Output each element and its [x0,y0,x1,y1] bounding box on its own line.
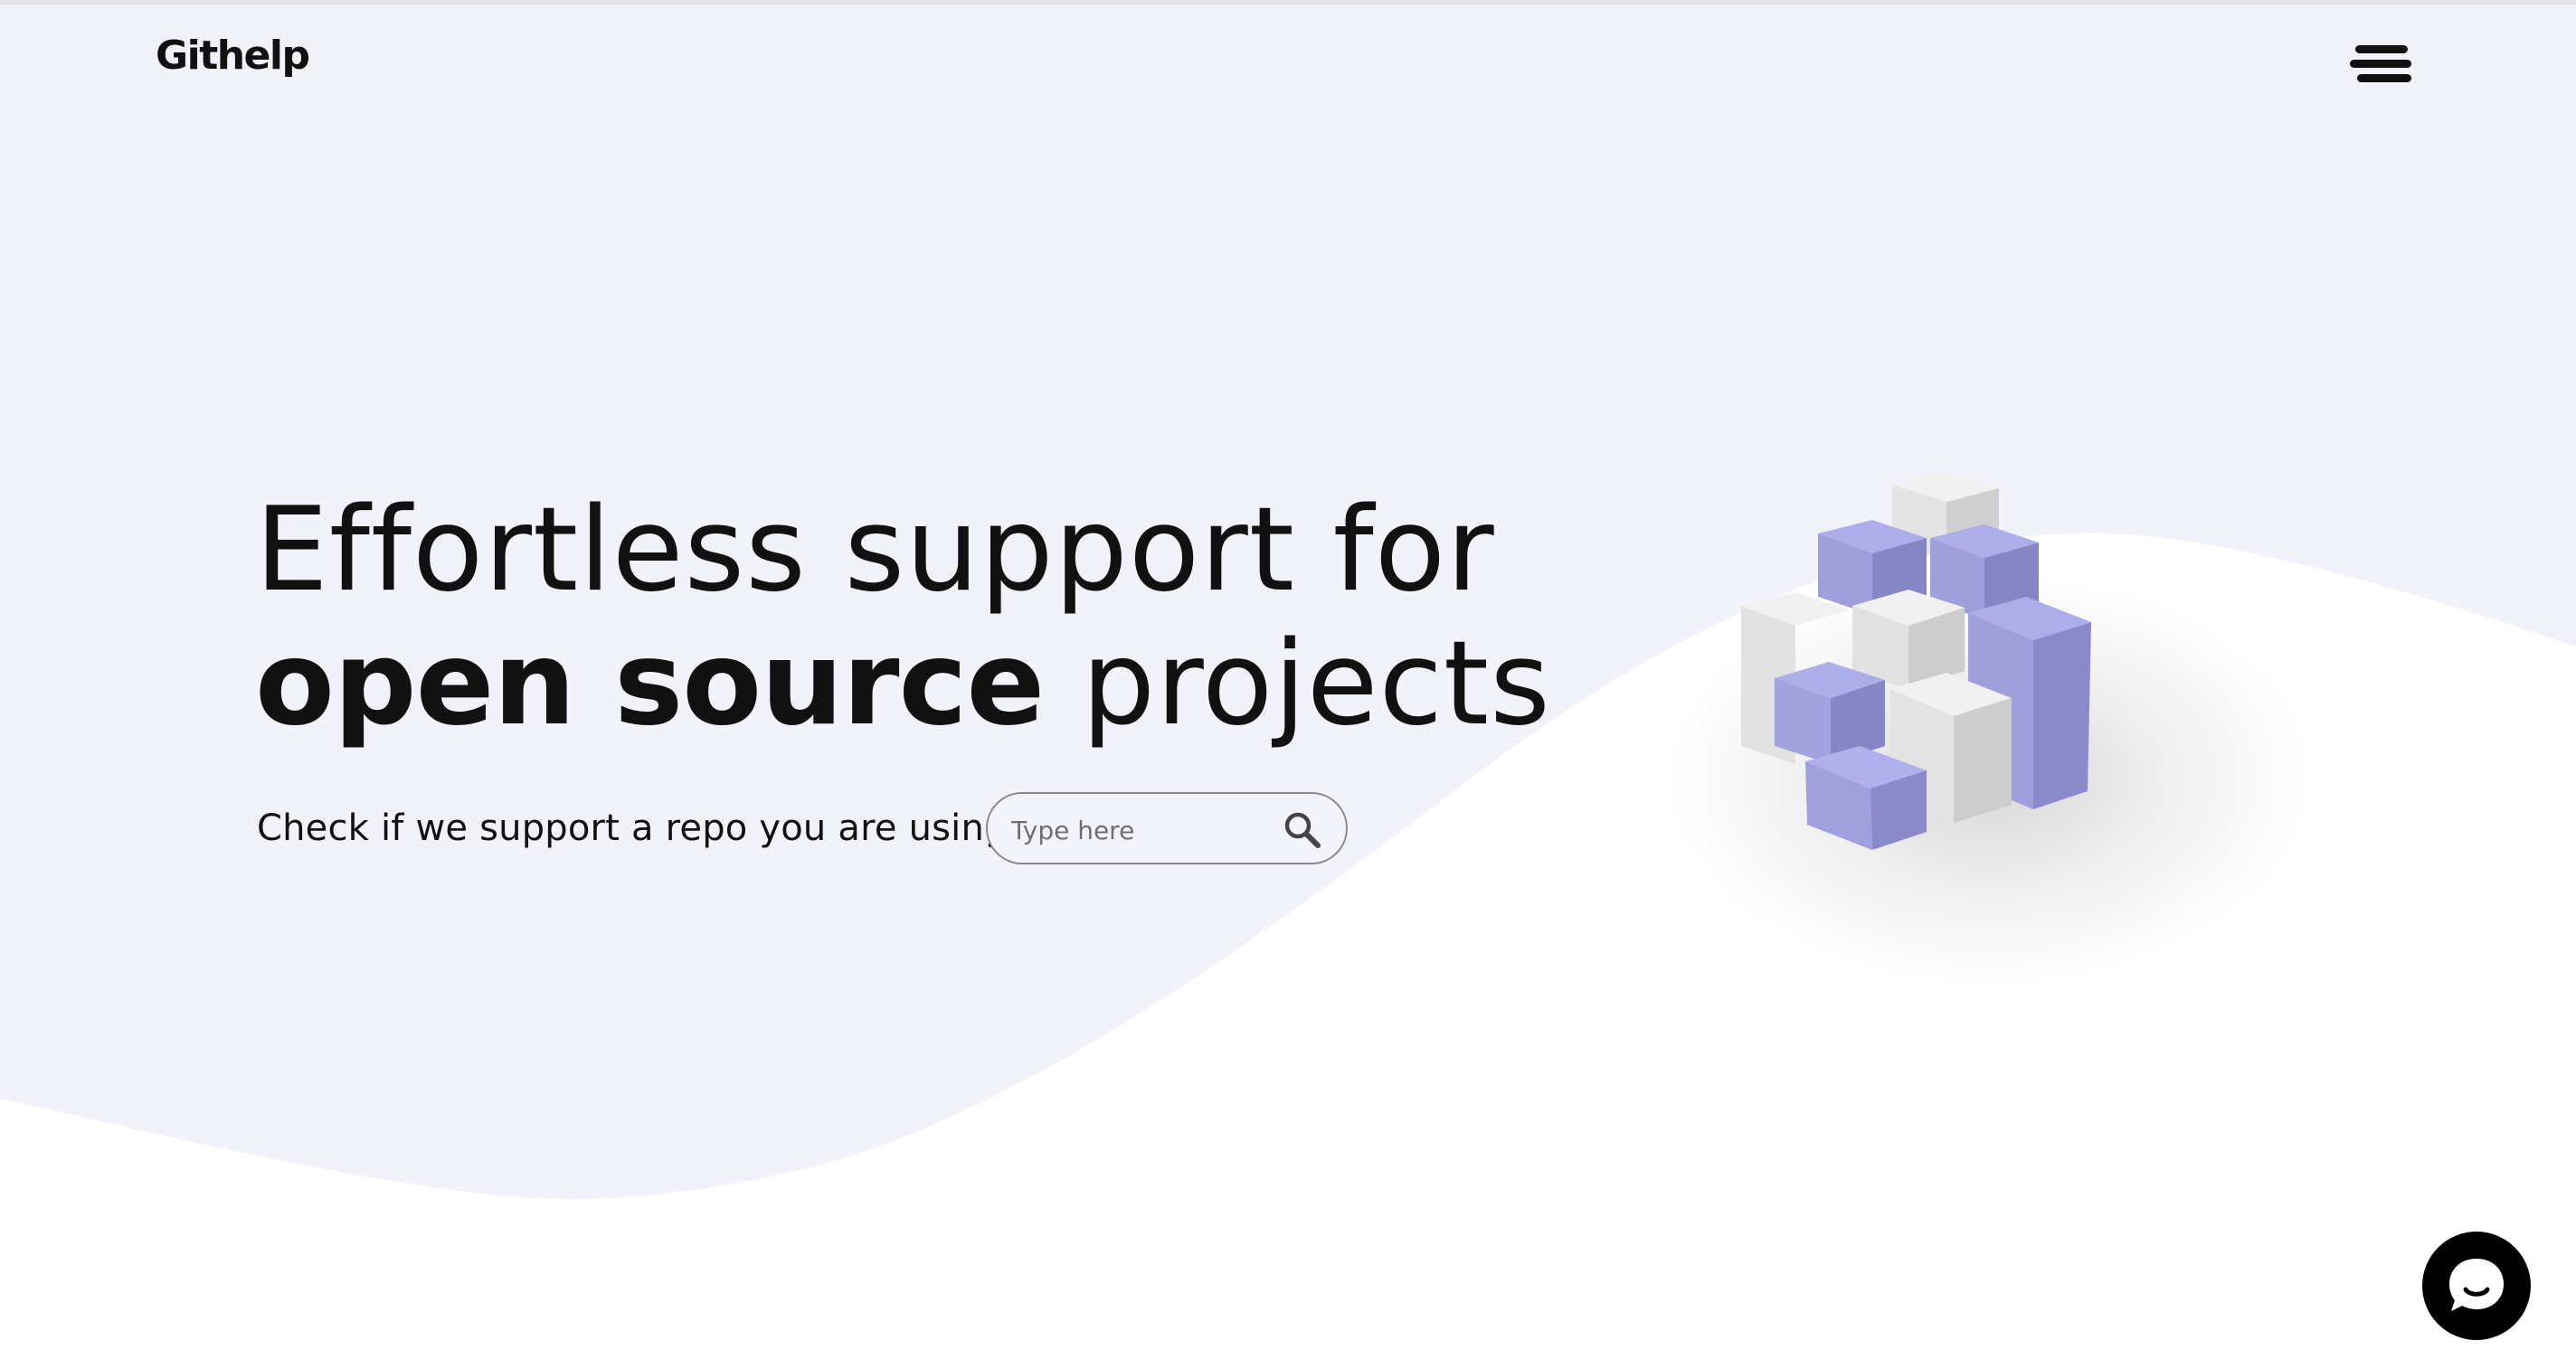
hamburger-menu-icon[interactable] [2350,43,2415,87]
chat-bubble-icon [2449,1259,2504,1311]
hero-title-rest: projects [1044,617,1551,751]
repo-search-input[interactable] [1009,807,1266,854]
githelp-logo[interactable]: Githelp [156,29,310,83]
search-icon[interactable] [1281,808,1324,852]
hero-title: Effortless support for open source proje… [255,484,1551,751]
check-repo-row: Check if we support a repo you are using [257,792,1008,864]
hero-title-bold: open source [255,617,1045,751]
repo-search-box[interactable] [986,792,1348,864]
chat-button[interactable] [2422,1232,2531,1340]
menu-line [2350,60,2411,68]
cube-stack-illustration [1664,472,2316,986]
hero-title-line1: Effortless support for [255,483,1495,618]
menu-line [2357,74,2411,82]
check-repo-label: Check if we support a repo you are using [257,807,1008,849]
menu-line [2355,45,2408,53]
page: Githelp Effortless support for open sour… [0,0,2576,1369]
